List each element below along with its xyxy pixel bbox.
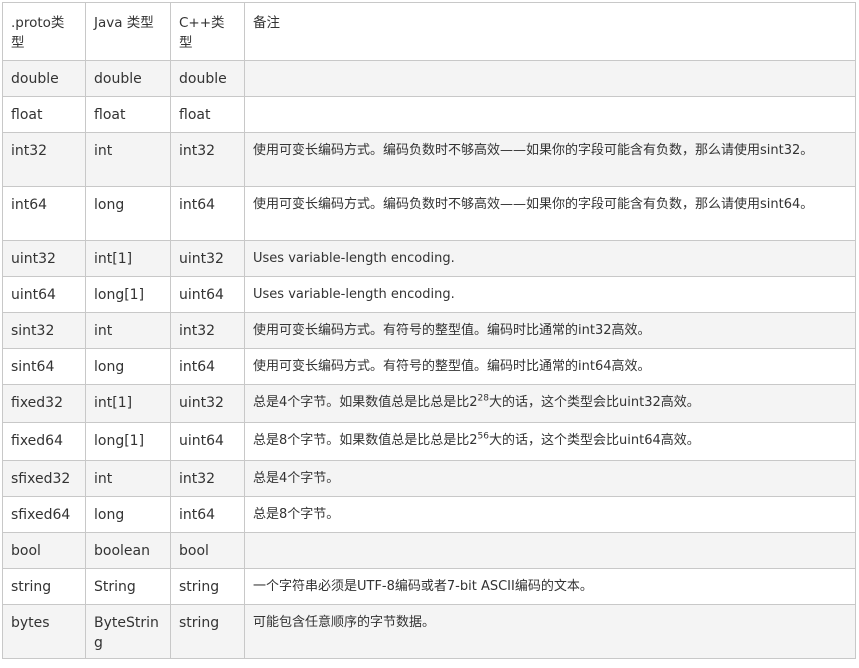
cell-java-type: int [85, 312, 171, 349]
cell-note: Uses variable-length encoding. [244, 276, 856, 313]
note-text: 总是8个字节。如果数值总是比总是比2 [253, 433, 478, 448]
cell-proto-type: float [2, 96, 86, 133]
cell-proto-type: int64 [2, 186, 86, 241]
cell-proto-type: bytes [2, 604, 86, 659]
cell-cpp-type: uint64 [170, 422, 245, 461]
cell-java-type: long [85, 186, 171, 241]
cell-note: 使用可变长编码方式。有符号的整型值。编码时比通常的int64高效。 [244, 348, 856, 385]
cell-proto-type: sfixed64 [2, 496, 86, 533]
cell-note: 总是4个字节。 [244, 460, 856, 497]
cell-java-type: int[1] [85, 384, 171, 423]
note-text: 大的话，这个类型会比uint32高效。 [489, 395, 700, 410]
cell-java-type: double [85, 60, 171, 97]
cell-cpp-type: uint32 [170, 240, 245, 277]
cell-java-type: long [85, 496, 171, 533]
cell-proto-type: string [2, 568, 86, 605]
cell-note: 使用可变长编码方式。有符号的整型值。编码时比通常的int32高效。 [244, 312, 856, 349]
header-proto-type: .proto类型 [2, 2, 86, 61]
table-row: sfixed64 long int64 总是8个字节。 [2, 496, 856, 533]
table-row: uint64 long[1] uint64 Uses variable-leng… [2, 276, 856, 313]
header-note: 备注 [244, 2, 856, 61]
cell-note: 一个字符串必须是UTF-8编码或者7-bit ASCII编码的文本。 [244, 568, 856, 605]
cell-cpp-type: int64 [170, 348, 245, 385]
header-java-type: Java 类型 [85, 2, 171, 61]
table-row: bool boolean bool [2, 532, 856, 569]
table-row: sint32 int int32 使用可变长编码方式。有符号的整型值。编码时比通… [2, 312, 856, 349]
table-row: sint64 long int64 使用可变长编码方式。有符号的整型值。编码时比… [2, 348, 856, 385]
cell-cpp-type: float [170, 96, 245, 133]
table-row: fixed32 int[1] uint32 总是4个字节。如果数值总是比总是比2… [2, 384, 856, 423]
note-exponent: 56 [477, 431, 489, 442]
cell-note: 可能包含任意顺序的字节数据。 [244, 604, 856, 659]
cell-note: 使用可变长编码方式。编码负数时不够高效——如果你的字段可能含有负数，那么请使用s… [244, 132, 856, 187]
cell-note: 总是8个字节。如果数值总是比总是比256大的话，这个类型会比uint64高效。 [244, 422, 856, 461]
cell-note: 使用可变长编码方式。编码负数时不够高效——如果你的字段可能含有负数，那么请使用s… [244, 186, 856, 241]
table-row: uint32 int[1] uint32 Uses variable-lengt… [2, 240, 856, 277]
cell-note [244, 96, 856, 133]
table-row: string String string 一个字符串必须是UTF-8编码或者7-… [2, 568, 856, 605]
cell-cpp-type: int32 [170, 460, 245, 497]
cell-cpp-type: uint64 [170, 276, 245, 313]
cell-cpp-type: uint32 [170, 384, 245, 423]
proto-type-table: .proto类型 Java 类型 C++类型 备注 double double … [2, 2, 856, 659]
cell-cpp-type: bool [170, 532, 245, 569]
cell-java-type: int[1] [85, 240, 171, 277]
cell-note: 总是4个字节。如果数值总是比总是比228大的话，这个类型会比uint32高效。 [244, 384, 856, 423]
cell-java-type: boolean [85, 532, 171, 569]
table-row: float float float [2, 96, 856, 133]
cell-java-type: long [85, 348, 171, 385]
cell-note [244, 532, 856, 569]
cell-proto-type: sint64 [2, 348, 86, 385]
cell-proto-type: int32 [2, 132, 86, 187]
cell-cpp-type: int32 [170, 312, 245, 349]
table-row: sfixed32 int int32 总是4个字节。 [2, 460, 856, 497]
cell-cpp-type: string [170, 604, 245, 659]
cell-proto-type: sfixed32 [2, 460, 86, 497]
cell-java-type: ByteString [85, 604, 171, 659]
cell-java-type: long[1] [85, 422, 171, 461]
cell-note: Uses variable-length encoding. [244, 240, 856, 277]
table-header-row: .proto类型 Java 类型 C++类型 备注 [2, 2, 856, 61]
cell-proto-type: fixed32 [2, 384, 86, 423]
note-exponent: 28 [477, 393, 489, 404]
cell-note: 总是8个字节。 [244, 496, 856, 533]
cell-java-type: float [85, 96, 171, 133]
cell-proto-type: sint32 [2, 312, 86, 349]
cell-proto-type: uint32 [2, 240, 86, 277]
cell-proto-type: bool [2, 532, 86, 569]
cell-proto-type: double [2, 60, 86, 97]
cell-cpp-type: double [170, 60, 245, 97]
table-row: double double double [2, 60, 856, 97]
note-text: 总是4个字节。如果数值总是比总是比2 [253, 395, 478, 410]
cell-cpp-type: int32 [170, 132, 245, 187]
table-row: int64 long int64 使用可变长编码方式。编码负数时不够高效——如果… [2, 186, 856, 241]
cell-java-type: int [85, 460, 171, 497]
cell-java-type: long[1] [85, 276, 171, 313]
cell-java-type: int [85, 132, 171, 187]
note-text: 大的话，这个类型会比uint64高效。 [489, 433, 700, 448]
cell-note [244, 60, 856, 97]
cell-cpp-type: int64 [170, 496, 245, 533]
cell-java-type: String [85, 568, 171, 605]
cell-cpp-type: int64 [170, 186, 245, 241]
cell-proto-type: fixed64 [2, 422, 86, 461]
cell-proto-type: uint64 [2, 276, 86, 313]
table-row: fixed64 long[1] uint64 总是8个字节。如果数值总是比总是比… [2, 422, 856, 461]
table-row: bytes ByteString string 可能包含任意顺序的字节数据。 [2, 604, 856, 659]
header-cpp-type: C++类型 [170, 2, 245, 61]
cell-cpp-type: string [170, 568, 245, 605]
table-row: int32 int int32 使用可变长编码方式。编码负数时不够高效——如果你… [2, 132, 856, 187]
